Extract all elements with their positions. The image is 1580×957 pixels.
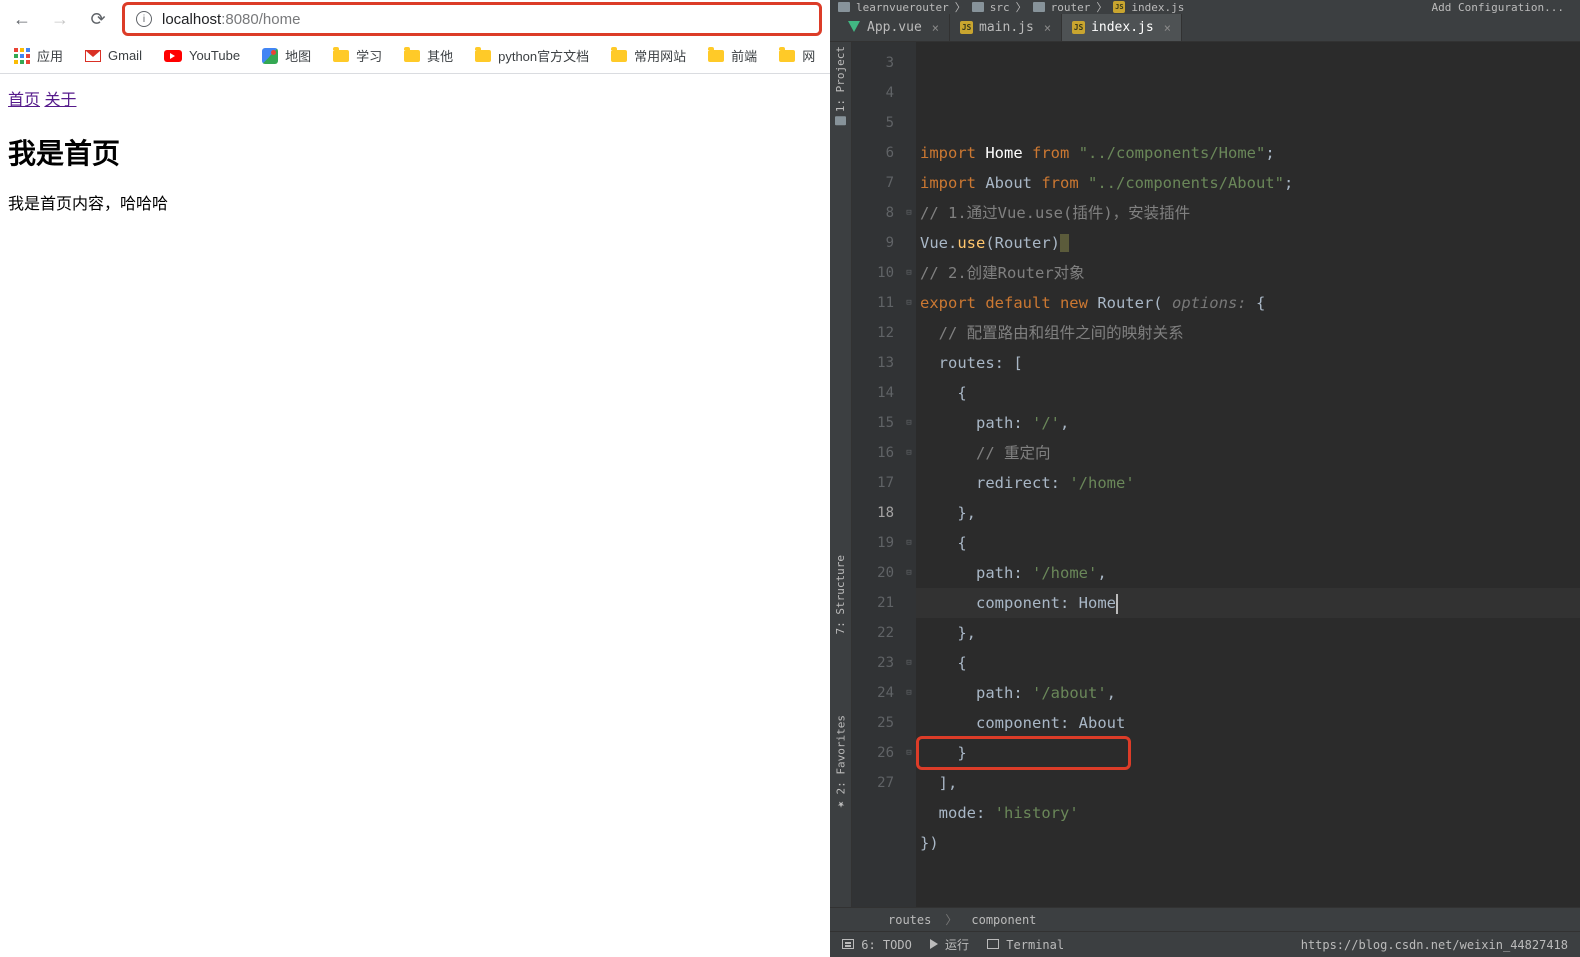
js-icon: JS	[1113, 1, 1125, 13]
folder-icon	[972, 2, 984, 12]
youtube-icon	[164, 50, 182, 62]
folder-icon	[475, 50, 491, 62]
maps-icon	[262, 48, 278, 64]
bookmark-frontend[interactable]: 前端	[708, 46, 757, 65]
browser-toolbar: ← → ⟳ i localhost:8080/home	[0, 0, 830, 38]
page-content: 首页 关于 我是首页 我是首页内容，哈哈哈	[0, 74, 830, 226]
back-button[interactable]: ←	[10, 7, 34, 31]
forward-button[interactable]: →	[48, 7, 72, 31]
page-heading: 我是首页	[8, 132, 822, 172]
code-editor[interactable]: import Home from "../components/Home";im…	[916, 42, 1580, 907]
line-gutter: 3456789101112131415161718192021222324252…	[852, 42, 902, 907]
crumb[interactable]: src	[990, 1, 1010, 14]
address-bar[interactable]: i localhost:8080/home	[124, 4, 820, 34]
bookmark-python[interactable]: python官方文档	[475, 46, 589, 65]
crumb[interactable]: index.js	[1131, 1, 1184, 14]
tool-todo[interactable]: 6: TODO	[842, 938, 912, 952]
tool-run[interactable]: 运行	[930, 936, 969, 953]
ide-panel: learnvuerouter〉 src〉 router〉 JSindex.js …	[830, 0, 1580, 957]
folder-icon	[708, 50, 724, 62]
tab-main-js[interactable]: JSmain.js×	[950, 14, 1062, 41]
todo-icon	[842, 939, 854, 949]
tool-favorites[interactable]: ★2: Favorites	[834, 715, 848, 812]
page-body: 我是首页内容，哈哈哈	[8, 190, 822, 214]
gmail-icon	[85, 50, 101, 62]
terminal-icon	[987, 939, 999, 949]
crumb[interactable]: learnvuerouter	[856, 1, 949, 14]
ide-breadcrumb-top: learnvuerouter〉 src〉 router〉 JSindex.js …	[830, 0, 1580, 14]
star-icon: ★	[834, 798, 848, 812]
bookmark-gmail[interactable]: Gmail	[85, 48, 142, 63]
crumb[interactable]: router	[1051, 1, 1091, 14]
play-icon	[930, 939, 938, 949]
link-home[interactable]: 首页	[8, 92, 40, 109]
site-info-icon[interactable]: i	[136, 11, 152, 27]
bc-item[interactable]: component	[971, 913, 1036, 927]
status-link: https://blog.csdn.net/weixin_44827418	[1301, 938, 1568, 952]
folder-icon	[838, 2, 850, 12]
folder-icon	[333, 50, 349, 62]
url-text: localhost:8080/home	[162, 11, 300, 28]
reload-button[interactable]: ⟳	[86, 7, 110, 31]
chevron-icon: 〉	[945, 911, 957, 928]
bookmark-other[interactable]: 其他	[404, 46, 453, 65]
bookmark-youtube[interactable]: YouTube	[164, 48, 240, 63]
folder-icon	[1033, 2, 1045, 12]
bookmark-net[interactable]: 网	[779, 46, 815, 65]
editor-tabs: App.vue× JSmain.js× JSindex.js×	[830, 14, 1580, 42]
bookmarks-bar: 应用 Gmail YouTube 地图 学习 其他 python官方文档 常用网…	[0, 38, 830, 74]
add-configuration[interactable]: Add Configuration...	[1424, 1, 1572, 14]
close-icon[interactable]: ×	[932, 21, 939, 35]
apps-icon	[14, 48, 30, 64]
folder-icon	[835, 116, 846, 125]
bookmark-common[interactable]: 常用网站	[611, 46, 686, 65]
folder-icon	[611, 50, 627, 62]
apps-shortcut[interactable]: 应用	[14, 46, 63, 65]
folder-icon	[779, 50, 795, 62]
close-icon[interactable]: ×	[1164, 21, 1171, 35]
breadcrumb-bottom: routes 〉 component	[830, 907, 1580, 931]
bookmark-maps[interactable]: 地图	[262, 46, 311, 65]
tool-terminal[interactable]: Terminal	[987, 938, 1064, 952]
bc-item[interactable]: routes	[888, 913, 931, 927]
ide-status-bar: 6: TODO 运行 Terminal https://blog.csdn.ne…	[830, 931, 1580, 957]
folder-icon	[404, 50, 420, 62]
close-icon[interactable]: ×	[1044, 21, 1051, 35]
left-tool-strip: 1: Project 7: Structure ★2: Favorites	[830, 42, 852, 907]
tab-index-js[interactable]: JSindex.js×	[1062, 14, 1182, 41]
fold-strip: ⊟⊟⊟⊟⊟⊟⊟⊟⊟⊟	[902, 42, 916, 907]
js-icon: JS	[1072, 21, 1085, 34]
browser-panel: ← → ⟳ i localhost:8080/home 应用 Gmail You…	[0, 0, 830, 957]
tool-structure[interactable]: 7: Structure	[834, 555, 847, 634]
vue-icon	[848, 21, 861, 34]
bookmark-study[interactable]: 学习	[333, 46, 382, 65]
tab-app-vue[interactable]: App.vue×	[838, 14, 950, 41]
tool-project[interactable]: 1: Project	[834, 46, 847, 125]
js-icon: JS	[960, 21, 973, 34]
link-about[interactable]: 关于	[44, 92, 76, 109]
